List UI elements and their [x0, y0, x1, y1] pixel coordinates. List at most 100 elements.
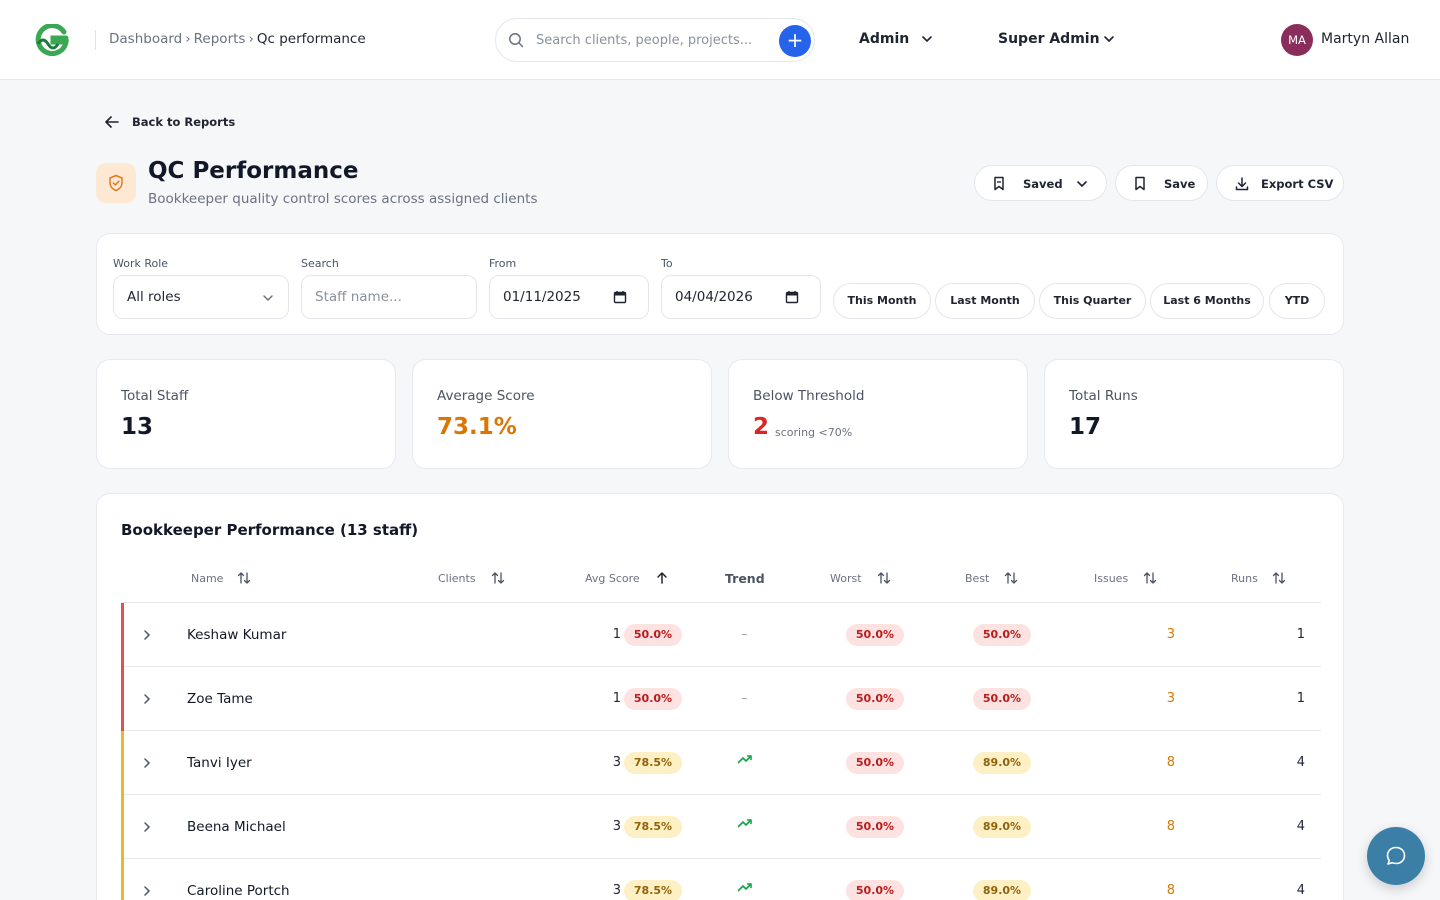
breadcrumb: Dashboard › Reports › Qc performance: [109, 31, 366, 47]
filters-panel: Work Role All roles Search Staff name...…: [96, 233, 1344, 335]
calendar-icon[interactable]: [785, 290, 799, 304]
back-label: Back to Reports: [132, 115, 236, 129]
from-date-input[interactable]: 01/11/2025: [489, 275, 649, 319]
col-best-label: Best: [965, 572, 990, 585]
col-clients-header[interactable]: Clients: [438, 572, 505, 585]
sort-icon[interactable]: [237, 571, 251, 585]
sort-icon[interactable]: [1272, 571, 1286, 585]
avg-score-pill: 50.0%: [624, 624, 682, 646]
stat-card-below-threshold: Below Threshold 2 scoring <70%: [728, 359, 1028, 469]
expand-chevron-icon[interactable]: [141, 756, 153, 770]
to-date-input[interactable]: 04/04/2026: [661, 275, 821, 319]
sort-icon[interactable]: [1004, 571, 1018, 585]
col-runs-header[interactable]: Runs: [1231, 572, 1286, 585]
col-name-header[interactable]: Name: [191, 572, 251, 585]
clients-count: 3: [612, 755, 621, 770]
breadcrumb-dashboard[interactable]: Dashboard: [109, 31, 182, 47]
page-subtitle: Bookkeeper quality control scores across…: [148, 191, 538, 207]
table-row[interactable]: Tanvi Iyer 3 78.5% 50.0% 89.0% 8 4: [121, 731, 1321, 795]
staff-search-input[interactable]: Staff name...: [301, 275, 477, 319]
worst-score-pill: 50.0%: [846, 752, 904, 774]
clients-count: 3: [612, 819, 621, 834]
expand-chevron-icon[interactable]: [141, 628, 153, 642]
issues-count: 8: [1166, 883, 1175, 898]
from-date-value: 01/11/2025: [503, 289, 581, 305]
performance-table-card: Bookkeeper Performance (13 staff) Name C…: [96, 493, 1344, 900]
chevron-down-icon: [1077, 181, 1087, 188]
preset-this-quarter[interactable]: This Quarter: [1039, 283, 1146, 319]
work-role-select[interactable]: All roles: [113, 275, 289, 319]
staff-name[interactable]: Zoe Tame: [187, 691, 253, 707]
avg-score-pill: 78.5%: [624, 816, 682, 838]
trend-up-icon: [737, 819, 752, 828]
avatar[interactable]: MA: [1281, 24, 1313, 56]
status-bar-amber: [121, 731, 124, 795]
breadcrumb-separator: ›: [185, 31, 191, 47]
sort-icon[interactable]: [1143, 571, 1157, 585]
breadcrumb-reports[interactable]: Reports: [194, 31, 246, 47]
col-avg-score-header[interactable]: Avg Score: [585, 572, 667, 585]
global-search[interactable]: Search clients, people, projects... +: [495, 18, 815, 62]
sort-icon[interactable]: [877, 571, 891, 585]
issues-count: 8: [1166, 755, 1175, 770]
saved-label: Saved: [1023, 177, 1063, 191]
preset-this-month[interactable]: This Month: [833, 283, 931, 319]
saved-views-dropdown[interactable]: Saved: [974, 165, 1107, 201]
chat-button[interactable]: [1367, 827, 1425, 885]
breadcrumb-current: Qc performance: [256, 31, 366, 47]
col-worst-header[interactable]: Worst: [830, 572, 891, 585]
col-runs-label: Runs: [1231, 572, 1258, 585]
search-filter-label: Search: [301, 257, 339, 270]
table-row[interactable]: Zoe Tame 1 50.0% – 50.0% 50.0% 3 1: [121, 667, 1321, 731]
brand-logo-icon[interactable]: [34, 24, 70, 56]
table-row[interactable]: Keshaw Kumar 1 50.0% – 50.0% 50.0% 3 1: [121, 603, 1321, 667]
export-csv-button[interactable]: Export CSV: [1216, 165, 1344, 201]
stat-value: 13: [121, 414, 154, 440]
calendar-icon[interactable]: [613, 290, 627, 304]
expand-chevron-icon[interactable]: [141, 692, 153, 706]
arrow-left-icon: [105, 116, 119, 128]
staff-name[interactable]: Beena Michael: [187, 819, 286, 835]
arrow-up-icon[interactable]: [655, 571, 669, 585]
staff-name[interactable]: Tanvi Iyer: [187, 755, 252, 771]
col-clients-label: Clients: [438, 572, 476, 585]
super-admin-menu-label: Super Admin: [998, 31, 1100, 47]
runs-count: 4: [1296, 819, 1305, 834]
col-issues-header[interactable]: Issues: [1094, 572, 1157, 585]
save-button[interactable]: Save: [1115, 165, 1208, 201]
preset-ytd[interactable]: YTD: [1269, 283, 1325, 319]
report-icon-badge: [96, 163, 136, 203]
user-name[interactable]: Martyn Allan: [1321, 31, 1409, 47]
stat-label: Below Threshold: [753, 388, 865, 404]
issues-count: 3: [1166, 691, 1175, 706]
staff-name[interactable]: Caroline Portch: [187, 883, 290, 899]
super-admin-menu[interactable]: Super Admin: [998, 31, 1114, 47]
search-icon: [509, 33, 524, 48]
table-row[interactable]: Beena Michael 3 78.5% 50.0% 89.0% 8 4: [121, 795, 1321, 859]
preset-last-6-months[interactable]: Last 6 Months: [1150, 283, 1264, 319]
work-role-label: Work Role: [113, 257, 169, 270]
to-label: To: [661, 257, 673, 270]
worst-score-pill: 50.0%: [846, 688, 904, 710]
col-best-header[interactable]: Best: [965, 572, 1018, 585]
worst-score-pill: 50.0%: [846, 624, 904, 646]
chevron-down-icon: [263, 295, 273, 302]
admin-menu[interactable]: Admin: [859, 31, 932, 47]
col-worst-label: Worst: [830, 572, 862, 585]
top-bar: Dashboard › Reports › Qc performance Search …: [0, 0, 1440, 80]
preset-last-month[interactable]: Last Month: [935, 283, 1035, 319]
runs-count: 1: [1296, 627, 1305, 642]
trend-none: –: [741, 691, 748, 706]
best-score-pill: 50.0%: [973, 624, 1031, 646]
stat-card-average-score: Average Score 73.1%: [412, 359, 712, 469]
table-row[interactable]: Caroline Portch 3 78.5% 50.0% 89.0% 8 4: [121, 859, 1321, 900]
sort-icon[interactable]: [491, 571, 505, 585]
quick-add-button[interactable]: +: [779, 25, 811, 57]
save-label: Save: [1164, 177, 1196, 191]
stat-note: scoring <70%: [775, 426, 853, 439]
col-trend-header: Trend: [725, 571, 765, 586]
expand-chevron-icon[interactable]: [141, 884, 153, 898]
staff-search-placeholder: Staff name...: [315, 289, 402, 305]
expand-chevron-icon[interactable]: [141, 820, 153, 834]
staff-name[interactable]: Keshaw Kumar: [187, 627, 286, 643]
